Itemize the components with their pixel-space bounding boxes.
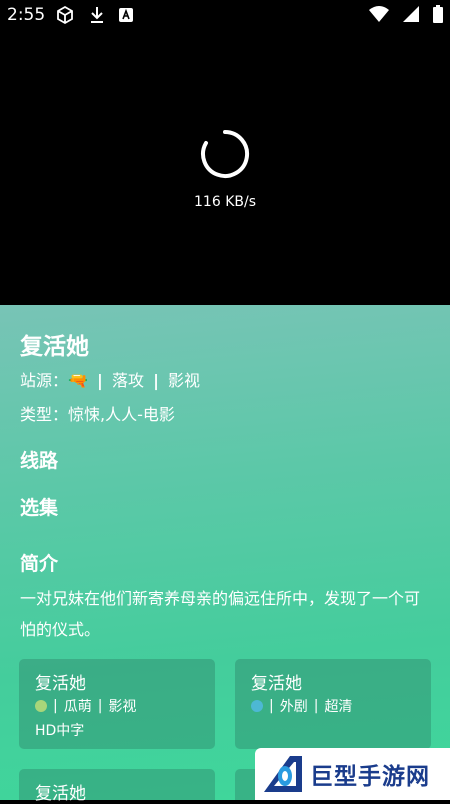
source-category: 影视 bbox=[168, 371, 201, 390]
cube-icon bbox=[57, 5, 73, 25]
episodes-heading: 选集 bbox=[20, 497, 59, 519]
battery-icon bbox=[433, 5, 443, 23]
card-meta: | 瓜萌 | 影视 bbox=[35, 696, 136, 716]
source-emoji: 🔫 bbox=[68, 371, 88, 390]
source-row: 站源：🔫 | 落攻 | 影视 bbox=[20, 367, 200, 391]
video-title: 复活她 bbox=[20, 334, 89, 360]
watermark: 巨型手游网 bbox=[255, 748, 450, 800]
watermark-logo-icon bbox=[264, 756, 302, 792]
card-category: 超清 bbox=[324, 699, 353, 715]
app-a-icon bbox=[119, 8, 133, 22]
source-separator: | bbox=[153, 371, 159, 390]
card-quality: HD中字 bbox=[35, 723, 85, 739]
source-card[interactable]: 复活她 | 外剧 | 超清 bbox=[235, 659, 431, 749]
type-value: 惊悚,人人-电影 bbox=[68, 405, 175, 424]
intro-heading: 简介 bbox=[20, 553, 59, 575]
globe-icon bbox=[251, 700, 263, 712]
card-separator: | bbox=[97, 698, 103, 714]
card-category: 影视 bbox=[108, 699, 137, 715]
card-site: 外剧 bbox=[279, 699, 308, 715]
wifi-icon bbox=[369, 6, 389, 22]
video-player[interactable]: 116 KB/s bbox=[0, 30, 450, 305]
source-card[interactable]: 复活她 | 瓜萌 | 影视 HD中字 bbox=[19, 659, 215, 749]
status-bar: 2:55 bbox=[0, 0, 450, 30]
route-heading: 线路 bbox=[20, 450, 59, 472]
card-title: 复活她 bbox=[251, 674, 302, 694]
download-speed: 116 KB/s bbox=[194, 194, 256, 210]
card-separator: | bbox=[269, 698, 274, 714]
card-meta: | 外剧 | 超清 bbox=[251, 696, 352, 716]
signal-icon bbox=[403, 6, 419, 22]
card-title: 复活她 bbox=[35, 784, 86, 804]
download-icon bbox=[91, 7, 103, 23]
watermark-text: 巨型手游网 bbox=[310, 764, 430, 790]
intro-text: 一对兄妹在他们新寄养母亲的偏远住所中，发现了一个可怕的仪式。 bbox=[20, 589, 421, 639]
card-title: 复活她 bbox=[35, 674, 86, 694]
status-time: 2:55 bbox=[7, 5, 46, 25]
loading-spinner-icon bbox=[201, 130, 250, 178]
source-label: 站源： bbox=[20, 371, 69, 390]
melon-icon bbox=[35, 700, 47, 712]
card-site: 瓜萌 bbox=[63, 699, 92, 715]
source-name: 落攻 bbox=[111, 371, 144, 390]
card-separator: | bbox=[313, 698, 319, 714]
source-card[interactable]: 复活她 bbox=[19, 769, 215, 804]
detail-panel: 复活她 站源：🔫 | 落攻 | 影视 类型：惊悚,人人-电影 线路 选集 简介 … bbox=[0, 305, 450, 804]
source-separator: | bbox=[97, 371, 103, 390]
type-row: 类型：惊悚,人人-电影 bbox=[20, 401, 175, 425]
type-label: 类型： bbox=[20, 405, 69, 424]
card-separator: | bbox=[53, 698, 58, 714]
